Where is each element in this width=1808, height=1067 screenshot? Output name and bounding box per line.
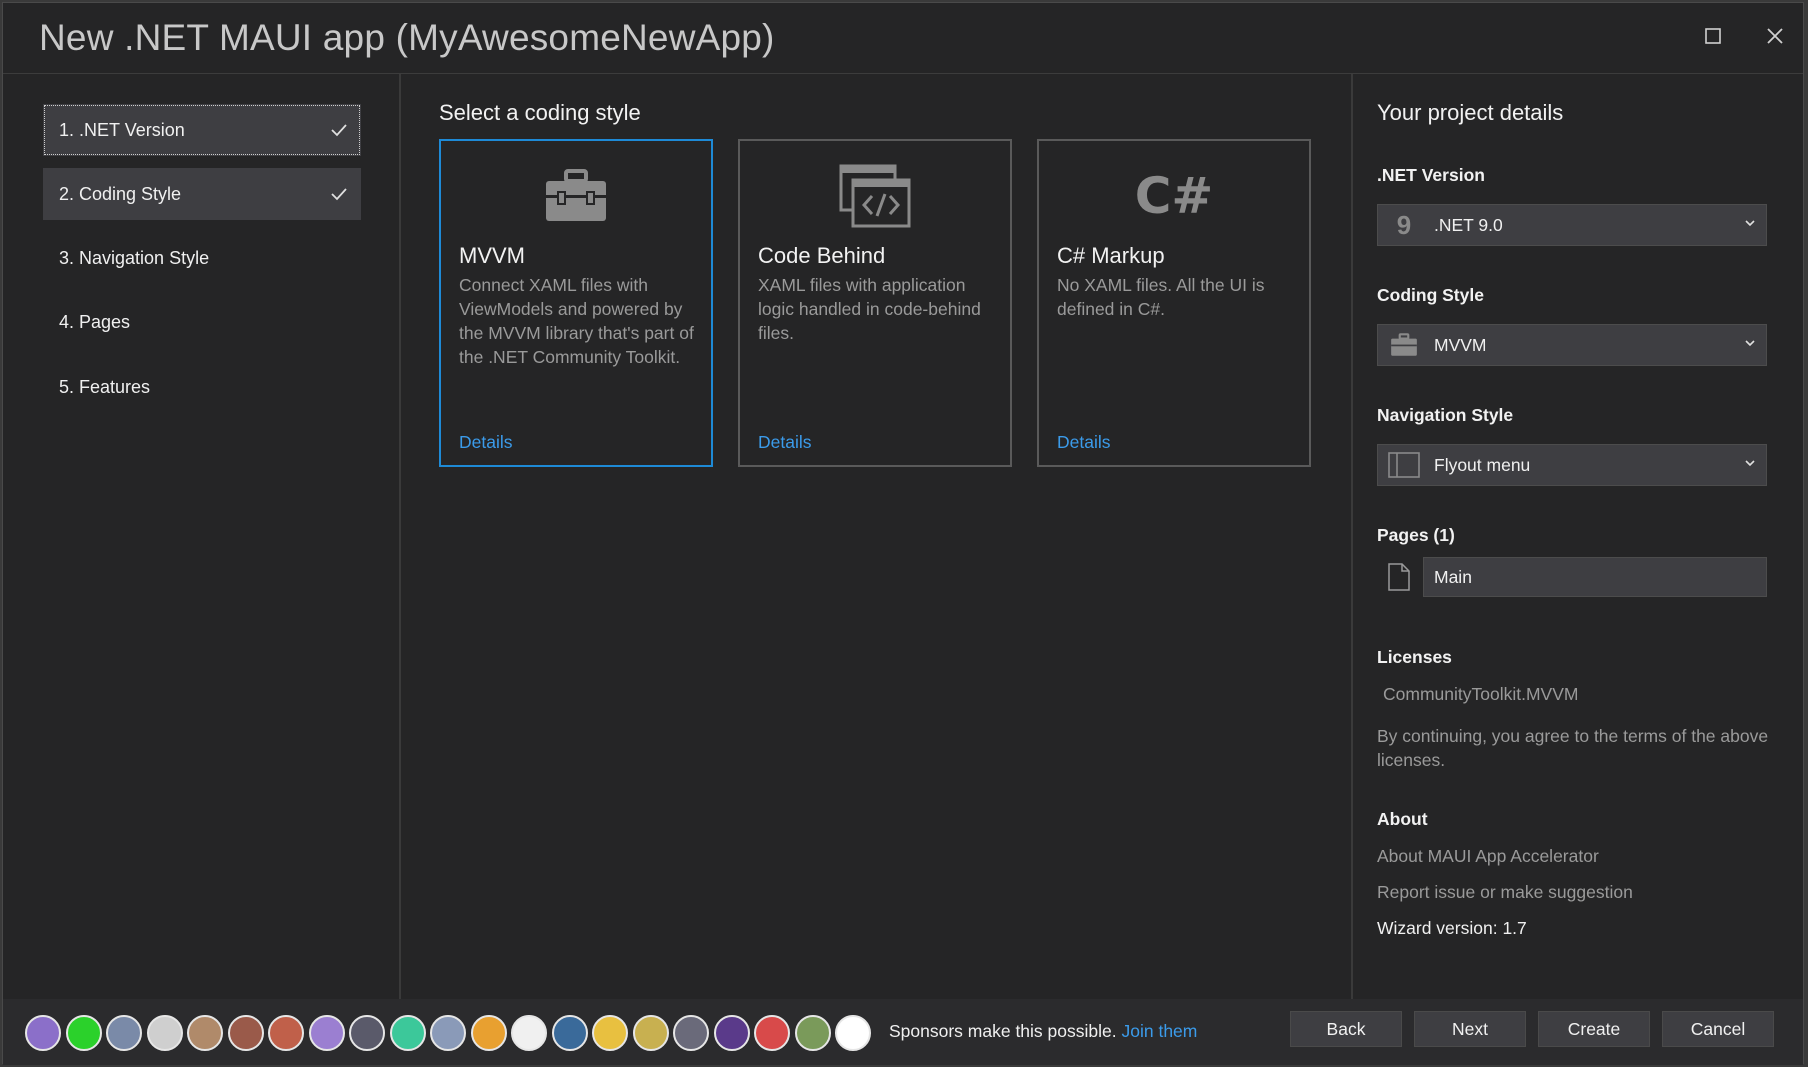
sponsor-avatar[interactable] bbox=[430, 1015, 466, 1051]
card-title: Code Behind bbox=[758, 243, 886, 268]
card-description: XAML files with application logic handle… bbox=[758, 275, 981, 343]
sponsor-avatar[interactable] bbox=[389, 1015, 426, 1051]
details-link[interactable]: Details bbox=[1057, 432, 1111, 453]
checkmark-icon bbox=[331, 168, 347, 240]
sponsor-avatar[interactable] bbox=[794, 1015, 831, 1051]
sponsor-avatar[interactable] bbox=[470, 1015, 507, 1051]
details-link[interactable]: Details bbox=[758, 432, 812, 453]
step-net-version[interactable]: 1. .NET Version bbox=[43, 104, 361, 156]
net-version-dropdown[interactable]: 9 .NET 9.0 bbox=[1377, 204, 1767, 246]
step-navigation-style[interactable]: 3. Navigation Style bbox=[43, 232, 361, 284]
toolbox-icon bbox=[1388, 331, 1420, 359]
wizard-window: New .NET MAUI app (MyAwesomeNewApp) 1. .… bbox=[2, 2, 1804, 1065]
sponsor-avatar[interactable] bbox=[349, 1015, 385, 1051]
sponsor-avatar[interactable] bbox=[754, 1015, 790, 1051]
navigation-style-value: Flyout menu bbox=[1434, 455, 1531, 475]
sponsor-avatar[interactable] bbox=[25, 1015, 61, 1051]
navigation-style-dropdown[interactable]: Flyout menu bbox=[1377, 444, 1767, 486]
page-name: Main bbox=[1434, 567, 1472, 587]
step-label: 2. Coding Style bbox=[59, 184, 182, 204]
step-label: 3. Navigation Style bbox=[59, 248, 210, 268]
wizard-steps-nav: 1. .NET Version 2. Coding Style 3. Navig… bbox=[3, 74, 401, 999]
close-icon bbox=[1767, 28, 1783, 44]
sponsor-avatar[interactable] bbox=[632, 1015, 669, 1051]
net-version-icon: 9 bbox=[1388, 209, 1420, 240]
sponsor-avatar[interactable] bbox=[187, 1015, 223, 1051]
window-title: New .NET MAUI app (MyAwesomeNewApp) bbox=[39, 17, 775, 58]
card-code-behind[interactable]: Code Behind XAML files with application … bbox=[738, 139, 1012, 467]
chevron-down-icon bbox=[1744, 217, 1756, 236]
title-bar: New .NET MAUI app (MyAwesomeNewApp) bbox=[3, 3, 1803, 75]
close-window-button[interactable] bbox=[1755, 19, 1795, 59]
csharp-icon: C# bbox=[1039, 163, 1309, 229]
footer: Sponsors make this possible. Join them B… bbox=[3, 999, 1803, 1065]
coding-style-label: Coding Style bbox=[1377, 285, 1484, 305]
step-coding-style[interactable]: 2. Coding Style bbox=[43, 168, 361, 220]
chevron-down-icon bbox=[1744, 457, 1756, 476]
license-text: By continuing, you agree to the terms of… bbox=[1377, 726, 1769, 770]
net-version-label: .NET Version bbox=[1377, 165, 1485, 185]
code-window-icon bbox=[740, 163, 1010, 229]
sponsor-avatar[interactable] bbox=[146, 1015, 183, 1051]
wizard-version: Wizard version: 1.7 bbox=[1377, 918, 1527, 938]
sponsor-avatar[interactable] bbox=[835, 1015, 871, 1051]
flyout-menu-icon bbox=[1388, 451, 1420, 479]
sponsor-avatar[interactable] bbox=[65, 1015, 102, 1051]
coding-style-dropdown[interactable]: MVVM bbox=[1377, 324, 1767, 366]
next-button[interactable]: Next bbox=[1414, 1011, 1526, 1047]
step-label: 5. Features bbox=[59, 377, 151, 397]
card-title: MVVM bbox=[459, 243, 525, 268]
join-link[interactable]: Join them bbox=[1122, 1021, 1198, 1041]
cancel-button[interactable]: Cancel bbox=[1662, 1011, 1774, 1047]
sponsor-avatars bbox=[25, 1015, 876, 1051]
section-title: Select a coding style bbox=[439, 100, 641, 125]
page-file-icon bbox=[1388, 563, 1410, 596]
back-button[interactable]: Back bbox=[1290, 1011, 1402, 1047]
project-details-panel: Your project details .NET Version 9 .NET… bbox=[1353, 74, 1803, 999]
sponsor-text: Sponsors make this possible. bbox=[889, 1021, 1117, 1041]
coding-style-panel: Select a coding style MVVM Connect XAML … bbox=[401, 74, 1353, 999]
about-link[interactable]: About MAUI App Accelerator bbox=[1377, 844, 1797, 868]
card-description: No XAML files. All the UI is defined in … bbox=[1057, 275, 1265, 319]
net-version-icon-text: 9 bbox=[1396, 209, 1412, 240]
toolbox-icon bbox=[441, 163, 711, 229]
card-description: Connect XAML files with ViewModels and p… bbox=[459, 275, 694, 367]
maximize-icon bbox=[1705, 28, 1721, 44]
csharp-icon-text: C# bbox=[1134, 167, 1214, 225]
sponsor-avatar[interactable] bbox=[592, 1015, 628, 1051]
sponsor-avatar[interactable] bbox=[106, 1015, 142, 1051]
step-pages[interactable]: 4. Pages bbox=[43, 296, 361, 348]
report-issue-link[interactable]: Report issue or make suggestion bbox=[1377, 880, 1797, 904]
card-title: C# Markup bbox=[1057, 243, 1165, 268]
chevron-down-icon bbox=[1744, 337, 1756, 356]
about-label: About bbox=[1377, 809, 1428, 829]
checkmark-icon bbox=[331, 104, 347, 176]
sponsor-avatar[interactable] bbox=[511, 1015, 547, 1051]
navigation-style-label: Navigation Style bbox=[1377, 405, 1514, 425]
sponsor-avatar[interactable] bbox=[551, 1015, 588, 1051]
pages-label: Pages (1) bbox=[1377, 525, 1455, 545]
step-label: 4. Pages bbox=[59, 312, 131, 332]
sponsor-avatar[interactable] bbox=[713, 1015, 750, 1051]
sponsor-message: Sponsors make this possible. Join them bbox=[889, 1021, 1197, 1042]
sponsor-avatar[interactable] bbox=[673, 1015, 709, 1051]
card-mvvm[interactable]: MVVM Connect XAML files with ViewModels … bbox=[439, 139, 713, 467]
page-item-main[interactable]: Main bbox=[1423, 557, 1767, 597]
details-link[interactable]: Details bbox=[459, 432, 513, 453]
maximize-button[interactable] bbox=[1693, 19, 1733, 59]
licenses-label: Licenses bbox=[1377, 647, 1452, 667]
coding-style-value: MVVM bbox=[1434, 335, 1487, 355]
sponsor-avatar[interactable] bbox=[227, 1015, 264, 1051]
net-version-value: .NET 9.0 bbox=[1434, 215, 1503, 235]
create-button[interactable]: Create bbox=[1538, 1011, 1650, 1047]
details-title: Your project details bbox=[1377, 100, 1564, 125]
step-label: 1. .NET Version bbox=[59, 120, 185, 140]
sponsor-avatar[interactable] bbox=[268, 1015, 304, 1051]
step-features[interactable]: 5. Features bbox=[43, 361, 361, 413]
card-csharp-markup[interactable]: C# C# Markup No XAML files. All the UI i… bbox=[1037, 139, 1311, 467]
license-link[interactable]: CommunityToolkit.MVVM bbox=[1383, 682, 1803, 706]
sponsor-avatar[interactable] bbox=[308, 1015, 345, 1051]
